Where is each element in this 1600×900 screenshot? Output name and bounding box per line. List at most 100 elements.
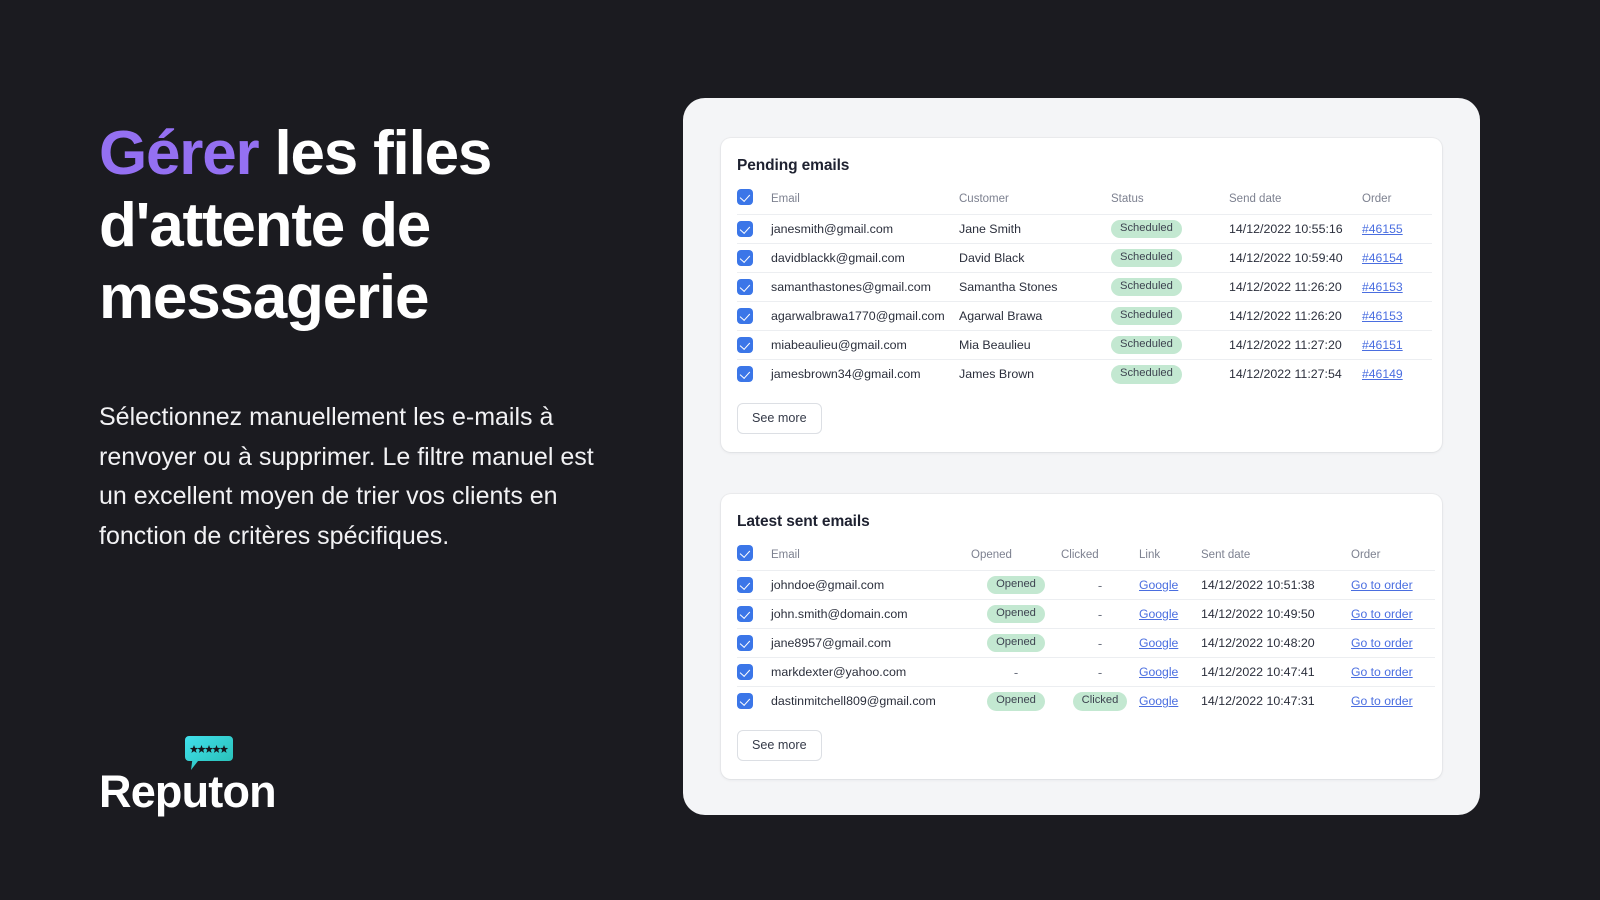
cell-order[interactable]: #46149 <box>1362 360 1432 389</box>
status-badge: Scheduled <box>1111 364 1182 384</box>
clicked-badge: - <box>1097 635 1103 651</box>
pending-col-order: Order <box>1362 193 1392 205</box>
row-checkbox[interactable] <box>737 606 753 622</box>
table-row[interactable]: markdexter@yahoo.com - - Google 14/12/2022 1… <box>737 657 1435 687</box>
order-link[interactable]: #46149 <box>1362 367 1403 381</box>
pending-emails-table: Email Customer Status Send date Order ja… <box>737 189 1432 389</box>
cell-sent-date: 14/12/2022 10:48:20 <box>1201 636 1315 650</box>
row-checkbox-cell[interactable] <box>737 360 771 389</box>
page-title: Gérer les files d'attente de messagerie <box>99 118 619 334</box>
order-link[interactable]: #46153 <box>1362 309 1403 323</box>
sent-see-more-button[interactable]: See more <box>737 729 822 761</box>
table-row[interactable]: janesmith@gmail.com Jane Smith Scheduled 14… <box>737 214 1432 244</box>
table-row[interactable]: john.smith@domain.com Opened - Google 14/12/… <box>737 599 1435 629</box>
row-checkbox[interactable] <box>737 279 753 295</box>
cell-link[interactable]: Google <box>1139 571 1201 600</box>
cell-customer: Agarwal Brawa <box>959 309 1043 323</box>
google-link[interactable]: Google <box>1139 636 1178 650</box>
cell-order[interactable]: Go to order <box>1351 658 1435 687</box>
cell-order[interactable]: Go to order <box>1351 629 1435 658</box>
cell-send-date: 14/12/2022 11:27:54 <box>1229 367 1342 382</box>
google-link[interactable]: Google <box>1139 607 1178 621</box>
cell-order[interactable]: Go to order <box>1351 600 1435 629</box>
google-link[interactable]: Google <box>1139 694 1178 708</box>
table-row[interactable]: johndoe@gmail.com Opened - Google 14/12/2022… <box>737 570 1435 600</box>
row-checkbox-cell[interactable] <box>737 600 771 629</box>
speech-bubble-five-stars-icon <box>185 736 233 770</box>
cell-order[interactable]: #46153 <box>1362 302 1432 331</box>
sent-table-wrap: Email Opened Clicked Link Sent date Orde… <box>721 531 1442 716</box>
go-to-order-link[interactable]: Go to order <box>1351 578 1413 592</box>
table-row[interactable]: jane8957@gmail.com Opened - Google 14/12/202… <box>737 628 1435 658</box>
sent-col-email: Email <box>771 549 800 561</box>
sent-select-all-cell[interactable] <box>737 545 771 571</box>
row-checkbox[interactable] <box>737 693 753 710</box>
opened-badge: - <box>1013 664 1019 680</box>
table-row[interactable]: samanthastones@gmail.com Samantha Stones S… <box>737 272 1432 302</box>
cell-order[interactable]: #46155 <box>1362 215 1432 244</box>
row-checkbox-cell[interactable] <box>737 215 771 244</box>
row-checkbox[interactable] <box>737 664 753 680</box>
brand-logo: Reputon <box>99 733 359 817</box>
row-checkbox[interactable] <box>737 221 753 237</box>
table-row[interactable]: miabeaulieu@gmail.com Mia Beaulieu Schedul… <box>737 330 1432 360</box>
select-all-checkbox[interactable] <box>737 189 753 205</box>
pending-select-all-cell[interactable] <box>737 189 771 215</box>
row-checkbox-cell[interactable] <box>737 687 771 716</box>
row-checkbox-cell[interactable] <box>737 658 771 687</box>
google-link[interactable]: Google <box>1139 665 1178 679</box>
row-checkbox[interactable] <box>737 337 753 353</box>
go-to-order-link[interactable]: Go to order <box>1351 607 1413 621</box>
row-checkbox[interactable] <box>737 250 753 266</box>
table-row[interactable]: jamesbrown34@gmail.com James Brown Schedul… <box>737 359 1432 389</box>
go-to-order-link[interactable]: Go to order <box>1351 694 1413 708</box>
order-link[interactable]: #46155 <box>1362 222 1403 236</box>
cell-order[interactable]: #46151 <box>1362 331 1432 360</box>
table-row[interactable]: agarwalbrawa1770@gmail.com Agarwal Brawa S… <box>737 301 1432 331</box>
row-checkbox-cell[interactable] <box>737 629 771 658</box>
row-checkbox-cell[interactable] <box>737 302 771 331</box>
order-link[interactable]: #46151 <box>1362 338 1403 352</box>
order-link[interactable]: #46154 <box>1362 251 1403 265</box>
row-checkbox-cell[interactable] <box>737 244 771 273</box>
pending-see-more-button[interactable]: See more <box>737 402 822 434</box>
cell-order[interactable]: #46154 <box>1362 244 1432 273</box>
cell-link[interactable]: Google <box>1139 687 1201 716</box>
row-checkbox-cell[interactable] <box>737 331 771 360</box>
cell-order[interactable]: #46153 <box>1362 273 1432 302</box>
row-checkbox-cell[interactable] <box>737 273 771 302</box>
cell-clicked: - <box>1061 658 1139 687</box>
cell-email: miabeaulieu@gmail.com <box>771 338 907 352</box>
cell-clicked: - <box>1061 629 1139 658</box>
order-link[interactable]: #46153 <box>1362 280 1403 294</box>
cell-link[interactable]: Google <box>1139 600 1201 629</box>
pending-table-body: janesmith@gmail.com Jane Smith Scheduled 14… <box>737 214 1432 389</box>
row-checkbox[interactable] <box>737 577 753 593</box>
clicked-badge: - <box>1097 577 1103 593</box>
cell-link[interactable]: Google <box>1139 658 1201 687</box>
cell-send-date: 14/12/2022 10:55:16 <box>1229 222 1343 236</box>
opened-badge: Opened <box>987 575 1045 595</box>
clicked-badge: - <box>1097 664 1103 680</box>
hero-text-block: Gérer les files d'attente de messagerie <box>99 118 619 334</box>
table-row[interactable]: dastinmitchell809@gmail.com Opened Clicked… <box>737 686 1435 716</box>
go-to-order-link[interactable]: Go to order <box>1351 636 1413 650</box>
cell-status: Scheduled <box>1111 360 1229 389</box>
cell-status: Scheduled <box>1111 244 1229 273</box>
google-link[interactable]: Google <box>1139 578 1178 592</box>
clicked-badge: - <box>1097 606 1103 622</box>
row-checkbox-cell[interactable] <box>737 571 771 600</box>
row-checkbox[interactable] <box>737 308 753 324</box>
cell-send-date: 14/12/2022 11:26:20 <box>1229 309 1342 323</box>
select-all-checkbox[interactable] <box>737 545 753 561</box>
go-to-order-link[interactable]: Go to order <box>1351 665 1413 679</box>
cell-link[interactable]: Google <box>1139 629 1201 658</box>
row-checkbox[interactable] <box>737 366 753 383</box>
cell-order[interactable]: Go to order <box>1351 687 1435 716</box>
cell-email: dastinmitchell809@gmail.com <box>771 694 936 709</box>
cell-order[interactable]: Go to order <box>1351 571 1435 600</box>
table-row[interactable]: davidblackk@gmail.com David Black Schedule… <box>737 243 1432 273</box>
status-badge: Scheduled <box>1111 306 1182 326</box>
status-badge: Scheduled <box>1111 248 1182 268</box>
row-checkbox[interactable] <box>737 635 753 651</box>
